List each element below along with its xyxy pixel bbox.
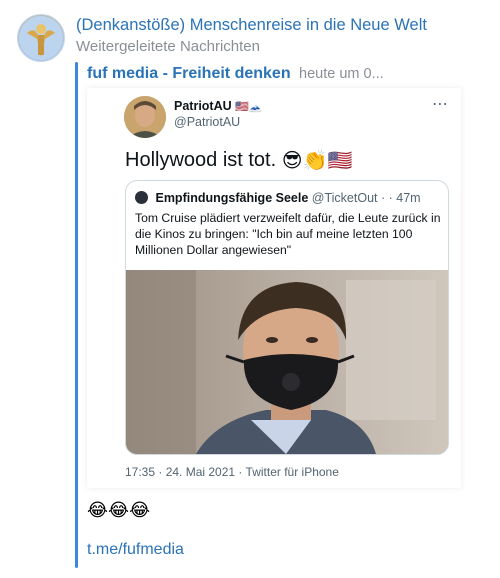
channel-link[interactable]: t.me/fufmedia	[87, 541, 184, 559]
quoted-name: Empfindungsfähige Seele	[155, 191, 309, 205]
angel-statue-icon	[19, 16, 63, 60]
tweet-avatar-icon	[124, 96, 166, 138]
forward-source[interactable]: fuf media - Freiheit denken heute um 0..…	[87, 65, 384, 83]
source-time: heute um 0...	[299, 66, 384, 82]
channel-avatar[interactable]	[17, 14, 65, 62]
tweet-emojis: 😎👏🇺🇸	[281, 150, 353, 172]
quoted-header: Empfindungsfähige Seele @TicketOut · · 4…	[135, 191, 421, 205]
name-emojis: 🇺🇸🗻	[235, 101, 263, 113]
tweet-footer: 17:35 · 24. Mai 2021 · Twitter für iPhon…	[125, 465, 339, 479]
more-options-icon: ⋯	[432, 96, 449, 113]
tweet-text: Hollywood ist tot. 😎👏🇺🇸	[125, 148, 353, 172]
quoted-text: Tom Cruise plädiert verzweifelt dafür, d…	[135, 211, 441, 257]
reaction-emojis: 😂😂😂	[87, 500, 151, 520]
quoted-tweet: Empfindungsfähige Seele @TicketOut · · 4…	[125, 180, 449, 455]
source-name[interactable]: fuf media - Freiheit denken	[87, 65, 291, 82]
tweet-handle: @PatriotAU	[174, 115, 241, 129]
man-with-mask-photo	[126, 270, 448, 454]
forward-quote-bar	[75, 62, 78, 568]
quoted-photo	[126, 270, 448, 454]
quoted-avatar-icon	[135, 191, 148, 204]
channel-title[interactable]: (Denkanstöße) Menschenreise in die Neue …	[76, 16, 427, 35]
quoted-handle: @TicketOut · · 47m	[311, 191, 421, 205]
forwarded-label: Weitergeleitete Nachrichten	[76, 38, 260, 55]
tweet-screenshot[interactable]: PatriotAU 🇺🇸🗻 @PatriotAU ⋯ Hollywood ist…	[87, 88, 461, 488]
tweet-display-name: PatriotAU 🇺🇸🗻	[174, 99, 263, 113]
